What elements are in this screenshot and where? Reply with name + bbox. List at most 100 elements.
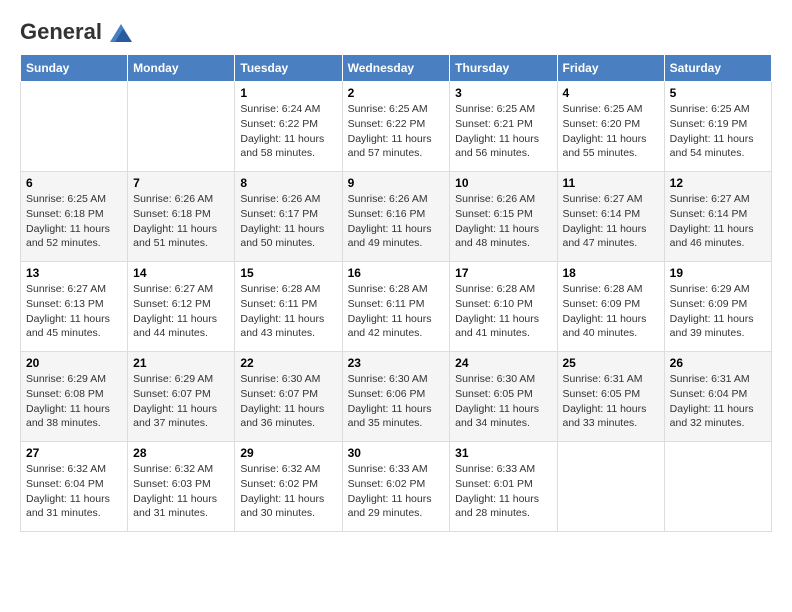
calendar-cell: 9 Sunrise: 6:26 AM Sunset: 6:16 PM Daylig… xyxy=(342,172,450,262)
calendar-cell: 28 Sunrise: 6:32 AM Sunset: 6:03 PM Dayli… xyxy=(128,442,235,532)
calendar-cell: 17 Sunrise: 6:28 AM Sunset: 6:10 PM Dayli… xyxy=(450,262,557,352)
calendar-cell xyxy=(664,442,771,532)
logo: General xyxy=(20,20,132,44)
day-info: Sunrise: 6:26 AM Sunset: 6:18 PM Dayligh… xyxy=(133,192,229,251)
day-info: Sunrise: 6:25 AM Sunset: 6:22 PM Dayligh… xyxy=(348,102,445,161)
day-number: 19 xyxy=(670,266,766,280)
day-info: Sunrise: 6:25 AM Sunset: 6:19 PM Dayligh… xyxy=(670,102,766,161)
calendar-cell: 5 Sunrise: 6:25 AM Sunset: 6:19 PM Daylig… xyxy=(664,82,771,172)
day-info: Sunrise: 6:33 AM Sunset: 6:02 PM Dayligh… xyxy=(348,462,445,521)
day-info: Sunrise: 6:28 AM Sunset: 6:11 PM Dayligh… xyxy=(240,282,336,341)
day-number: 15 xyxy=(240,266,336,280)
day-number: 28 xyxy=(133,446,229,460)
calendar-cell: 10Sunrise: 6:26 AM Sunset: 6:15 PM Dayli… xyxy=(450,172,557,262)
day-info: Sunrise: 6:32 AM Sunset: 6:03 PM Dayligh… xyxy=(133,462,229,521)
day-info: Sunrise: 6:31 AM Sunset: 6:04 PM Dayligh… xyxy=(670,372,766,431)
day-number: 17 xyxy=(455,266,551,280)
calendar-cell: 3Sunrise: 6:25 AM Sunset: 6:21 PM Daylig… xyxy=(450,82,557,172)
day-info: Sunrise: 6:27 AM Sunset: 6:14 PM Dayligh… xyxy=(563,192,659,251)
day-info: Sunrise: 6:28 AM Sunset: 6:10 PM Dayligh… xyxy=(455,282,551,341)
day-number: 14 xyxy=(133,266,229,280)
calendar-cell: 26 Sunrise: 6:31 AM Sunset: 6:04 PM Dayli… xyxy=(664,352,771,442)
calendar-cell: 27 Sunrise: 6:32 AM Sunset: 6:04 PM Dayli… xyxy=(21,442,128,532)
calendar-cell: 13 Sunrise: 6:27 AM Sunset: 6:13 PM Dayli… xyxy=(21,262,128,352)
day-info: Sunrise: 6:29 AM Sunset: 6:08 PM Dayligh… xyxy=(26,372,122,431)
day-info: Sunrise: 6:26 AM Sunset: 6:16 PM Dayligh… xyxy=(348,192,445,251)
day-info: Sunrise: 6:24 AM Sunset: 6:22 PM Dayligh… xyxy=(240,102,336,161)
calendar-cell: 1 Sunrise: 6:24 AM Sunset: 6:22 PM Daylig… xyxy=(235,82,342,172)
day-info: Sunrise: 6:31 AM Sunset: 6:05 PM Dayligh… xyxy=(563,372,659,431)
day-number: 31 xyxy=(455,446,551,460)
calendar-cell: 15 Sunrise: 6:28 AM Sunset: 6:11 PM Dayli… xyxy=(235,262,342,352)
day-number: 13 xyxy=(26,266,122,280)
day-number: 5 xyxy=(670,86,766,100)
calendar-cell: 30 Sunrise: 6:33 AM Sunset: 6:02 PM Dayli… xyxy=(342,442,450,532)
calendar-cell: 22 Sunrise: 6:30 AM Sunset: 6:07 PM Dayli… xyxy=(235,352,342,442)
day-info: Sunrise: 6:26 AM Sunset: 6:17 PM Dayligh… xyxy=(240,192,336,251)
day-number: 21 xyxy=(133,356,229,370)
calendar-cell: 16 Sunrise: 6:28 AM Sunset: 6:11 PM Dayli… xyxy=(342,262,450,352)
calendar-table: SundayMondayTuesdayWednesdayThursdayFrid… xyxy=(20,54,772,532)
logo-icon xyxy=(110,24,132,42)
calendar-cell: 18Sunrise: 6:28 AM Sunset: 6:09 PM Dayli… xyxy=(557,262,664,352)
calendar-cell: 7 Sunrise: 6:26 AM Sunset: 6:18 PM Daylig… xyxy=(128,172,235,262)
day-number: 6 xyxy=(26,176,122,190)
weekday-header-saturday: Saturday xyxy=(664,55,771,82)
calendar-cell: 6Sunrise: 6:25 AM Sunset: 6:18 PM Daylig… xyxy=(21,172,128,262)
day-number: 9 xyxy=(348,176,445,190)
day-number: 30 xyxy=(348,446,445,460)
calendar-cell: 23Sunrise: 6:30 AM Sunset: 6:06 PM Dayli… xyxy=(342,352,450,442)
day-number: 2 xyxy=(348,86,445,100)
calendar-week-row: 1 Sunrise: 6:24 AM Sunset: 6:22 PM Daylig… xyxy=(21,82,772,172)
day-info: Sunrise: 6:28 AM Sunset: 6:11 PM Dayligh… xyxy=(348,282,445,341)
day-number: 26 xyxy=(670,356,766,370)
day-info: Sunrise: 6:32 AM Sunset: 6:02 PM Dayligh… xyxy=(240,462,336,521)
day-number: 12 xyxy=(670,176,766,190)
calendar-cell: 2 Sunrise: 6:25 AM Sunset: 6:22 PM Daylig… xyxy=(342,82,450,172)
day-info: Sunrise: 6:33 AM Sunset: 6:01 PM Dayligh… xyxy=(455,462,551,521)
day-info: Sunrise: 6:26 AM Sunset: 6:15 PM Dayligh… xyxy=(455,192,551,251)
day-info: Sunrise: 6:27 AM Sunset: 6:14 PM Dayligh… xyxy=(670,192,766,251)
weekday-header-friday: Friday xyxy=(557,55,664,82)
calendar-cell: 31 Sunrise: 6:33 AM Sunset: 6:01 PM Dayli… xyxy=(450,442,557,532)
day-number: 16 xyxy=(348,266,445,280)
day-number: 27 xyxy=(26,446,122,460)
calendar-cell: 14 Sunrise: 6:27 AM Sunset: 6:12 PM Dayli… xyxy=(128,262,235,352)
weekday-header-thursday: Thursday xyxy=(450,55,557,82)
day-number: 22 xyxy=(240,356,336,370)
day-info: Sunrise: 6:30 AM Sunset: 6:05 PM Dayligh… xyxy=(455,372,551,431)
calendar-cell: 12 Sunrise: 6:27 AM Sunset: 6:14 PM Dayli… xyxy=(664,172,771,262)
calendar-cell: 20 Sunrise: 6:29 AM Sunset: 6:08 PM Dayli… xyxy=(21,352,128,442)
weekday-header-sunday: Sunday xyxy=(21,55,128,82)
calendar-cell: 25Sunrise: 6:31 AM Sunset: 6:05 PM Dayli… xyxy=(557,352,664,442)
day-number: 11 xyxy=(563,176,659,190)
day-info: Sunrise: 6:29 AM Sunset: 6:09 PM Dayligh… xyxy=(670,282,766,341)
calendar-cell: 21 Sunrise: 6:29 AM Sunset: 6:07 PM Dayli… xyxy=(128,352,235,442)
calendar-week-row: 6Sunrise: 6:25 AM Sunset: 6:18 PM Daylig… xyxy=(21,172,772,262)
day-number: 18 xyxy=(563,266,659,280)
day-info: Sunrise: 6:27 AM Sunset: 6:12 PM Dayligh… xyxy=(133,282,229,341)
day-number: 7 xyxy=(133,176,229,190)
day-number: 3 xyxy=(455,86,551,100)
day-info: Sunrise: 6:27 AM Sunset: 6:13 PM Dayligh… xyxy=(26,282,122,341)
day-number: 20 xyxy=(26,356,122,370)
day-number: 1 xyxy=(240,86,336,100)
calendar-cell: 29 Sunrise: 6:32 AM Sunset: 6:02 PM Dayli… xyxy=(235,442,342,532)
day-number: 23 xyxy=(348,356,445,370)
day-info: Sunrise: 6:30 AM Sunset: 6:07 PM Dayligh… xyxy=(240,372,336,431)
calendar-cell xyxy=(21,82,128,172)
calendar-week-row: 13 Sunrise: 6:27 AM Sunset: 6:13 PM Dayli… xyxy=(21,262,772,352)
weekday-header-monday: Monday xyxy=(128,55,235,82)
calendar-cell xyxy=(128,82,235,172)
calendar-cell: 11 Sunrise: 6:27 AM Sunset: 6:14 PM Dayli… xyxy=(557,172,664,262)
calendar-cell xyxy=(557,442,664,532)
day-info: Sunrise: 6:25 AM Sunset: 6:20 PM Dayligh… xyxy=(563,102,659,161)
page-header: General xyxy=(20,20,772,44)
day-number: 8 xyxy=(240,176,336,190)
day-info: Sunrise: 6:32 AM Sunset: 6:04 PM Dayligh… xyxy=(26,462,122,521)
calendar-cell: 4Sunrise: 6:25 AM Sunset: 6:20 PM Daylig… xyxy=(557,82,664,172)
logo-general: General xyxy=(20,20,132,44)
calendar-header-row: SundayMondayTuesdayWednesdayThursdayFrid… xyxy=(21,55,772,82)
day-number: 29 xyxy=(240,446,336,460)
day-info: Sunrise: 6:29 AM Sunset: 6:07 PM Dayligh… xyxy=(133,372,229,431)
